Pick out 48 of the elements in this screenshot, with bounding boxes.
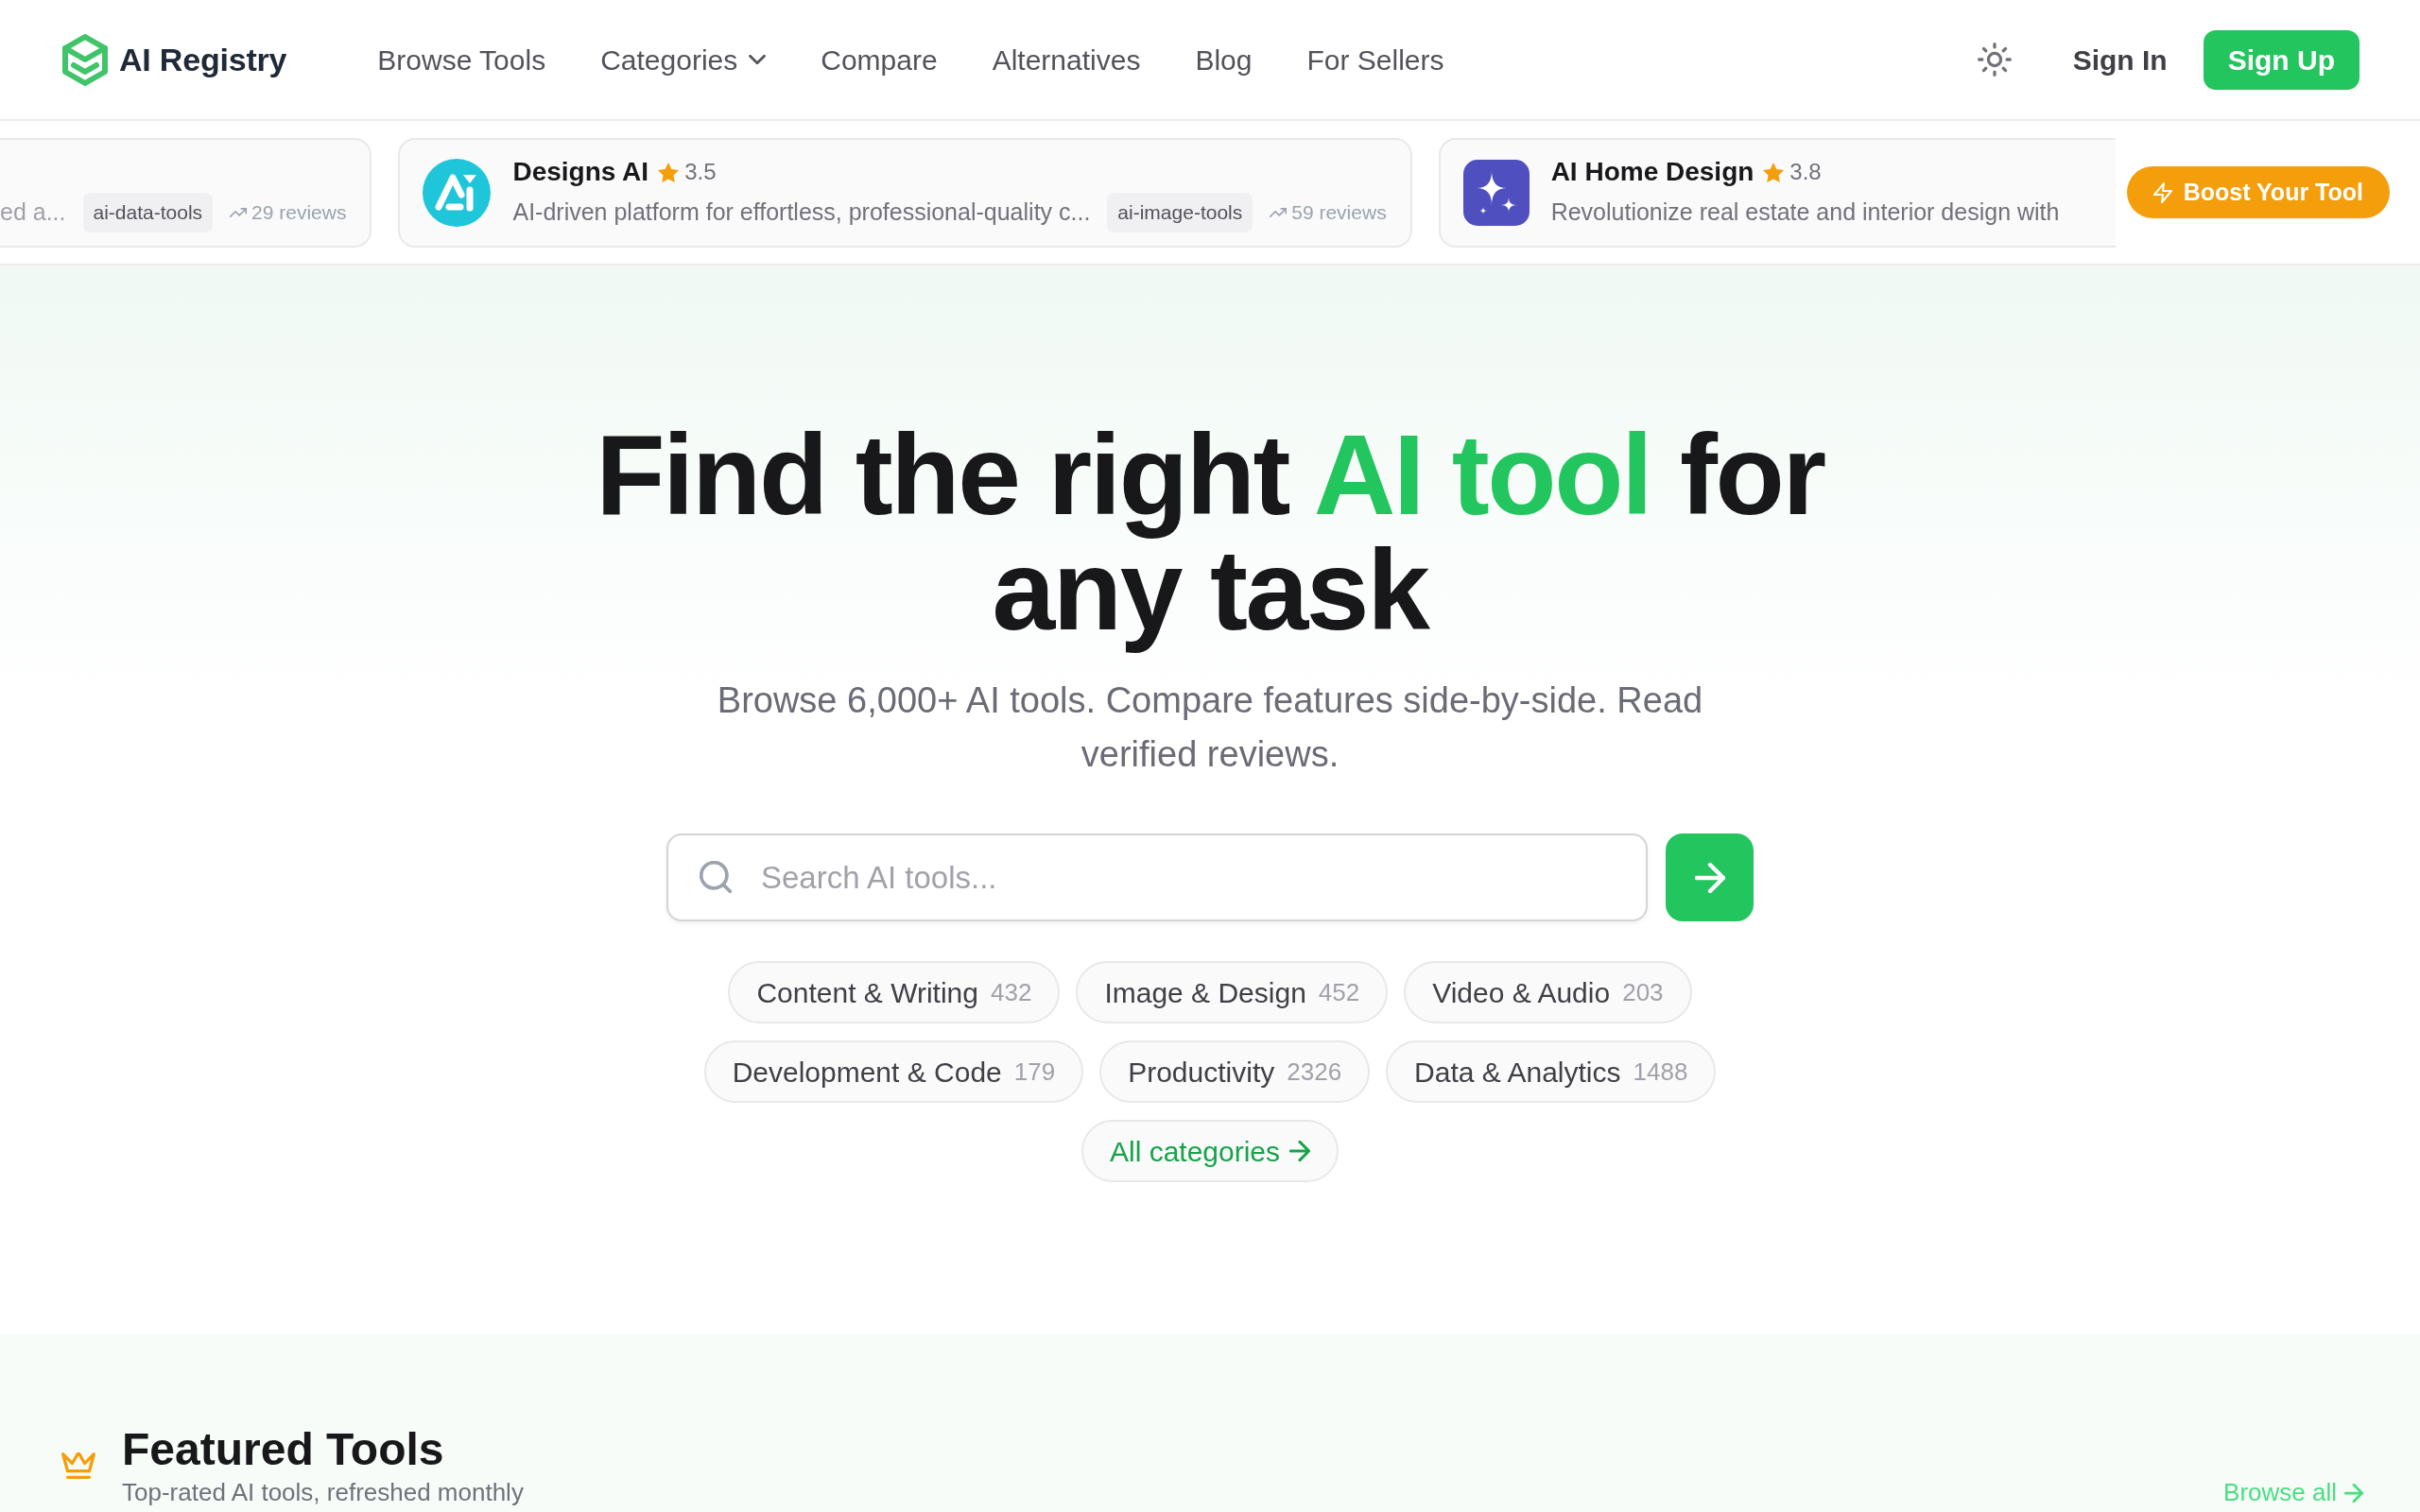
trending-up-icon xyxy=(1270,208,1288,217)
category-chip[interactable]: Data & Analytics 1488 xyxy=(1386,1040,1717,1103)
crown-icon xyxy=(61,1452,95,1479)
section-title: Featured Tools xyxy=(122,1424,445,1474)
caret-icon[interactable] xyxy=(749,55,767,64)
tool-logo-icon xyxy=(423,158,492,227)
search-icon xyxy=(700,861,732,893)
category-tag: ai-image-tools xyxy=(1107,193,1253,232)
hero-title: Find the right AI tool for any task xyxy=(595,417,1826,655)
tool-card[interactable]: ed a... ai-data-tools 29 reviews xyxy=(0,137,372,248)
rating-value: 3.5 xyxy=(684,158,717,186)
sparkles-logo-icon xyxy=(1462,159,1530,226)
tool-name: Designs AI xyxy=(512,156,649,188)
nav-link[interactable]: Categories xyxy=(600,38,767,81)
star-icon xyxy=(1763,162,1785,182)
arrow-right-icon xyxy=(1694,862,1725,893)
hero-subtitle: Browse 6,000+ AI tools. Compare features side-by-side. Read verified reviews. xyxy=(716,679,1704,776)
sign-in-link[interactable]: Sign In xyxy=(2072,38,2168,81)
star-icon xyxy=(658,162,680,182)
category-chip[interactable]: Content & Writing 432 xyxy=(728,961,1061,1023)
arrow-right-icon xyxy=(2344,1483,2363,1503)
search-field[interactable]: Search AI tools... xyxy=(666,833,1648,921)
tool-card[interactable]: AI Home Design 3.8 Revolutionize real estate and interior design with xyxy=(1438,137,2116,248)
sun-icon[interactable] xyxy=(1977,43,2012,77)
tool-name: AI Home Design xyxy=(1550,156,1754,188)
nav-link[interactable]: Compare xyxy=(821,38,938,81)
category-tag: ai-data-tools xyxy=(82,193,214,232)
brand-logo[interactable]: AI Registry xyxy=(61,32,287,87)
nav-link[interactable]: For Sellers xyxy=(1306,38,1444,81)
bolt-icon xyxy=(2152,181,2172,203)
category-chip[interactable]: Image & Design 452 xyxy=(1076,961,1389,1023)
tool-description: Revolutionize real estate and interior design with xyxy=(1550,198,2060,228)
tool-description: ed a... xyxy=(0,198,66,228)
category-chip[interactable]: Development & Code 179 xyxy=(703,1040,1084,1103)
trending-up-icon xyxy=(230,208,248,217)
tool-card[interactable]: Designs AI 3.5 AI-driven platform for effortless, professional-quality c... ai-image-tools 59 reviews xyxy=(398,137,1412,248)
category-chip[interactable]: Video & Audio 203 xyxy=(1404,961,1692,1023)
review-count: 59 reviews xyxy=(1291,200,1387,226)
nav-link[interactable]: Browse Tools xyxy=(377,38,546,81)
logo-icon xyxy=(61,32,109,87)
review-count: 29 reviews xyxy=(251,200,347,226)
arrow-right-icon xyxy=(1289,1141,1311,1161)
nav-link[interactable]: Alternatives xyxy=(992,38,1141,81)
section-subtitle: Top-rated AI tools, refreshed monthly xyxy=(122,1478,524,1507)
category-chip[interactable]: Productivity 2326 xyxy=(1099,1040,1371,1103)
tool-description: AI-driven platform for effortless, professional-quality c... xyxy=(512,198,1091,228)
nav-link[interactable]: Blog xyxy=(1195,38,1253,81)
rating-value: 3.8 xyxy=(1789,158,1822,186)
